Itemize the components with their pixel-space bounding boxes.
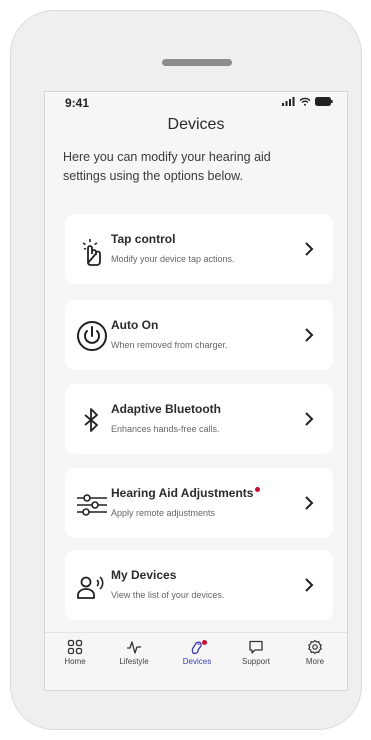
battery-icon [315, 97, 333, 106]
my-devices-subtitle: View the list of your devices. [111, 590, 225, 600]
notification-badge [255, 487, 261, 492]
page-title: Devices [167, 116, 225, 133]
signal-icon [282, 97, 295, 106]
chevron-right-icon [305, 496, 314, 510]
status-icons [282, 97, 333, 106]
tap-gesture-icon [82, 239, 101, 266]
auto-on-subtitle: When removed from charger. [111, 340, 228, 350]
phone-speaker [162, 59, 232, 66]
my-devices-title: My Devices [111, 568, 177, 582]
status-time: 9:41 [65, 96, 90, 110]
adaptive-bluetooth-subtitle: Enhances hands-free calls. [111, 424, 220, 434]
auto-on-card[interactable]: Auto On When removed from charger. [65, 300, 333, 370]
gear-icon [308, 639, 322, 655]
tab-devices[interactable]: Devices [169, 639, 225, 683]
tab-support-label: Support [241, 657, 271, 666]
adaptive-bluetooth-title: Adaptive Bluetooth [111, 402, 221, 416]
page-intro: Here you can modify your hearing aid set… [63, 150, 271, 183]
hearing-aid-adjustments-card[interactable]: Hearing Aid Adjustments Apply remote adj… [65, 468, 333, 538]
tab-devices-label: Devices [182, 657, 212, 666]
phone-frame: 9:41 Devices Here you can modify your he… [10, 10, 362, 730]
app-screen: 9:41 Devices Here you can modify your he… [44, 91, 348, 691]
status-bar: 9:41 [45, 92, 347, 114]
tab-more-label: More [305, 657, 325, 666]
tab-lifestyle-label: Lifestyle [119, 657, 149, 666]
tab-home[interactable]: Home [47, 639, 103, 683]
hearing-aid-adjustments-subtitle: Apply remote adjustments [111, 508, 216, 518]
tab-support[interactable]: Support [228, 639, 284, 683]
tab-more[interactable]: More [287, 639, 343, 683]
chevron-right-icon [305, 412, 314, 426]
hearing-aid-adjustments-label: Hearing Aid Adjustments [111, 486, 254, 500]
power-icon [77, 321, 107, 351]
person-sound-icon [77, 576, 104, 599]
bluetooth-icon [84, 408, 98, 432]
hearing-aid-adjustments-title: Hearing Aid Adjustments [111, 486, 261, 500]
chat-bubble-icon [249, 640, 263, 654]
devices-tab-badge [202, 640, 207, 645]
tap-control-card[interactable]: Tap control Modify your device tap actio… [65, 214, 333, 284]
tap-control-title: Tap control [111, 232, 176, 246]
chevron-right-icon [305, 242, 314, 256]
adaptive-bluetooth-card[interactable]: Adaptive Bluetooth Enhances hands-free c… [65, 384, 333, 454]
sliders-icon [77, 494, 107, 516]
chevron-right-icon [305, 328, 314, 342]
auto-on-title: Auto On [111, 318, 159, 332]
bottom-tab-bar: Home Lifestyle Devices Support More [45, 632, 347, 690]
tab-home-label: Home [64, 657, 86, 666]
grid-icon [67, 639, 83, 655]
wifi-icon [299, 97, 311, 106]
chevron-right-icon [305, 578, 314, 592]
my-devices-card[interactable]: My Devices View the list of your devices… [65, 550, 333, 620]
tab-lifestyle[interactable]: Lifestyle [106, 639, 162, 683]
tap-control-subtitle: Modify your device tap actions. [111, 254, 235, 264]
pulse-icon [127, 641, 141, 654]
